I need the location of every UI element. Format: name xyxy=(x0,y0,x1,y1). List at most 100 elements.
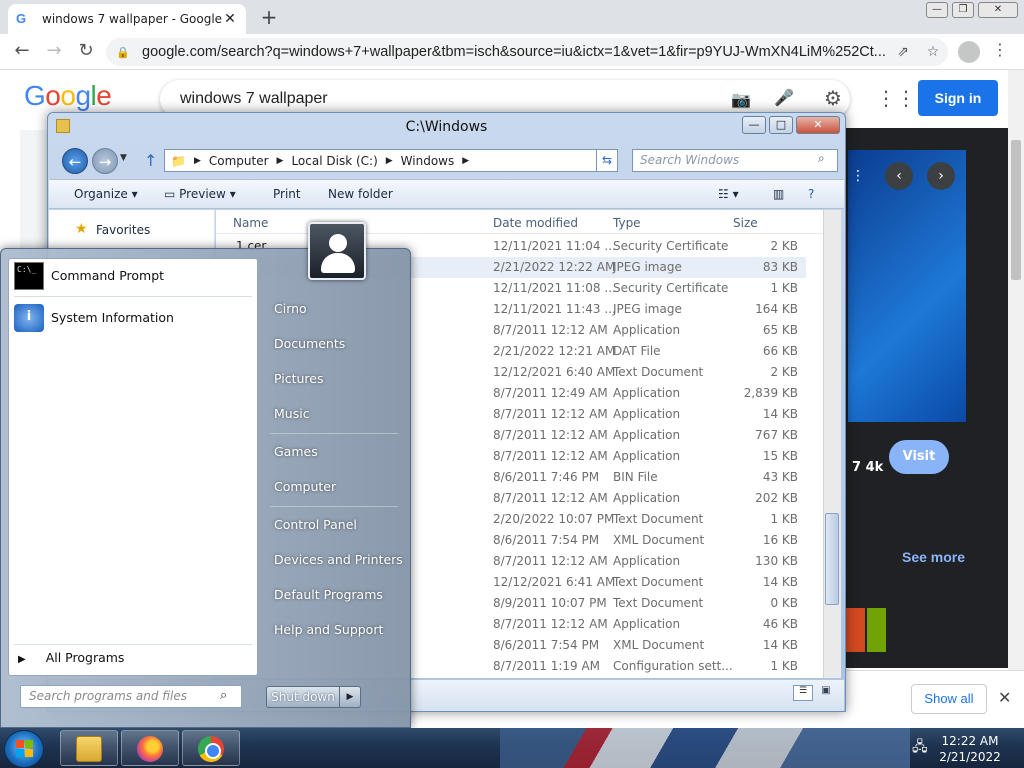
chevron-right-icon[interactable]: ▶ xyxy=(277,156,284,166)
back-arrow-icon[interactable]: ← xyxy=(62,148,88,174)
avatar-head xyxy=(329,234,347,252)
program-system-information[interactable]: i System Information xyxy=(8,298,258,338)
previous-image-icon[interactable]: ‹ xyxy=(885,162,913,190)
start-item-devices-printers[interactable]: Devices and Printers xyxy=(264,546,404,574)
all-programs-button[interactable]: ▶ All Programs xyxy=(18,650,248,670)
print-button[interactable]: Print xyxy=(273,187,301,201)
sign-in-button[interactable]: Sign in xyxy=(918,80,998,116)
file-list-scrollbar-thumb[interactable] xyxy=(825,513,839,605)
start-item-control-panel[interactable]: Control Panel xyxy=(264,511,404,539)
google-logo[interactable]: Google xyxy=(24,80,112,112)
user-avatar[interactable] xyxy=(308,222,366,280)
visit-button[interactable]: Visit xyxy=(889,440,949,474)
windows-logo-icon-part xyxy=(25,740,33,748)
preview-image[interactable] xyxy=(848,150,966,422)
preview-pane-icon[interactable]: ▥ xyxy=(773,187,784,201)
start-button[interactable] xyxy=(4,730,44,768)
column-name[interactable]: Name xyxy=(233,216,268,230)
start-item-music[interactable]: Music xyxy=(264,400,404,428)
address-bar[interactable]: 🔒 google.com/search?q=windows+7+wallpape… xyxy=(106,38,948,66)
camera-search-icon[interactable]: 📷 xyxy=(731,90,751,109)
taskbar-firefox-button[interactable] xyxy=(121,730,179,766)
preview-button[interactable]: ▭ Preview ▾ xyxy=(164,187,236,201)
start-item-pictures[interactable]: Pictures xyxy=(264,365,404,393)
large-icons-view-icon[interactable]: ▣ xyxy=(817,685,835,701)
start-item-documents[interactable]: Documents xyxy=(264,330,404,358)
shutdown-button[interactable]: Shut down xyxy=(266,686,340,708)
show-all-button[interactable]: Show all xyxy=(911,684,987,714)
column-type[interactable]: Type xyxy=(613,216,641,230)
explorer-minimize-button[interactable]: — xyxy=(742,116,766,134)
start-item-default-programs[interactable]: Default Programs xyxy=(264,581,404,609)
network-icon[interactable]: 🖧 xyxy=(912,736,928,760)
up-arrow-icon[interactable]: ↑ xyxy=(144,151,157,170)
close-tab-icon[interactable]: ✕ xyxy=(222,11,238,27)
clock[interactable]: 12:22 AM 2/21/2022 xyxy=(930,733,1010,765)
program-command-prompt[interactable]: C:\_ Command Prompt xyxy=(8,256,258,296)
close-download-bar-icon[interactable]: ✕ xyxy=(998,688,1011,707)
explorer-close-button[interactable]: ✕ xyxy=(796,116,840,134)
recent-locations-icon[interactable]: ▼ xyxy=(120,153,127,163)
search-icon[interactable]: ⌕ xyxy=(818,151,825,166)
start-item-computer[interactable]: Computer xyxy=(264,473,404,501)
file-date-modified: 2/20/2022 10:07 PM xyxy=(493,512,615,526)
shutdown-options-icon[interactable]: ▶ xyxy=(339,686,361,708)
new-tab-button[interactable]: + xyxy=(256,7,282,29)
help-icon[interactable]: ? xyxy=(808,187,814,201)
file-type: Application xyxy=(613,491,681,505)
column-date-modified[interactable]: Date modified xyxy=(493,216,578,230)
breadcrumb-computer[interactable]: Computer xyxy=(209,154,269,168)
minimize-button[interactable]: — xyxy=(926,2,948,18)
chevron-right-icon[interactable]: ▶ xyxy=(194,156,201,166)
refresh-icon[interactable]: ⇆ xyxy=(596,149,618,172)
chrome-menu-icon[interactable]: ⋮ xyxy=(992,40,1008,59)
new-folder-button[interactable]: New folder xyxy=(328,187,393,201)
change-view-icon[interactable]: ☷ ▾ xyxy=(718,187,739,201)
share-icon[interactable]: ⇗ xyxy=(888,44,918,60)
start-item-user[interactable]: Cirno xyxy=(264,295,404,323)
breadcrumb-local-disk[interactable]: Local Disk (C:) xyxy=(291,154,377,168)
more-options-icon[interactable]: ⋮ xyxy=(844,162,872,190)
restore-button[interactable]: ❐ xyxy=(952,2,974,18)
breadcrumb-windows[interactable]: Windows xyxy=(401,154,455,168)
file-size: 43 KB xyxy=(762,470,798,484)
chevron-right-icon[interactable]: ▶ xyxy=(462,156,469,166)
start-search-input[interactable]: Search programs and files xyxy=(20,685,242,708)
next-image-icon[interactable]: › xyxy=(927,162,955,190)
taskbar-explorer-button[interactable] xyxy=(60,730,118,766)
page-scrollbar-thumb[interactable] xyxy=(1011,140,1021,280)
nav-favorites[interactable]: Favorites xyxy=(96,223,150,237)
file-type: BIN File xyxy=(613,470,658,484)
explorer-search-input[interactable]: Search Windows xyxy=(632,149,838,172)
see-more-link[interactable]: See more xyxy=(902,549,965,565)
start-item-help-support[interactable]: Help and Support xyxy=(264,616,404,644)
details-view-icon[interactable]: ☰ xyxy=(793,685,813,701)
file-type: Text Document xyxy=(613,575,704,589)
taskbar-chrome-button[interactable] xyxy=(182,730,240,766)
start-item-games[interactable]: Games xyxy=(264,438,404,466)
profile-avatar-icon[interactable] xyxy=(958,41,980,63)
close-window-button[interactable]: ✕ xyxy=(978,2,1018,18)
organize-button[interactable]: Organize ▾ xyxy=(74,187,138,201)
microphone-icon[interactable]: 🎤 xyxy=(774,88,794,107)
apps-grid-icon[interactable]: ⋮⋮ xyxy=(876,86,916,110)
explorer-maximize-button[interactable]: □ xyxy=(769,116,793,134)
forward-arrow-icon[interactable]: → xyxy=(42,41,66,63)
bookmark-star-icon[interactable]: ☆ xyxy=(918,44,948,60)
back-arrow-icon[interactable]: ← xyxy=(10,41,34,63)
file-list-scrollbar[interactable] xyxy=(823,210,841,678)
explorer-address-bar[interactable]: 📁 ▶ Computer ▶ Local Disk (C:) ▶ Windows… xyxy=(164,149,598,172)
file-date-modified: 2/21/2022 12:22 AM xyxy=(493,260,616,274)
program-label: System Information xyxy=(51,310,174,325)
related-image-thumbnail[interactable] xyxy=(846,608,886,652)
forward-arrow-icon[interactable]: → xyxy=(92,148,118,174)
clock-time: 12:22 AM xyxy=(941,734,999,748)
search-icon[interactable]: ⌕ xyxy=(220,688,227,703)
gear-icon[interactable]: ⚙ xyxy=(824,86,842,110)
file-size: 1 KB xyxy=(770,281,798,295)
chevron-right-icon[interactable]: ▶ xyxy=(386,156,393,166)
browser-tab[interactable]: G windows 7 wallpaper - Google Se ✕ xyxy=(8,4,246,34)
reload-icon[interactable]: ↻ xyxy=(74,41,98,63)
column-size[interactable]: Size xyxy=(733,216,758,230)
browser-tab-title: windows 7 wallpaper - Google Se xyxy=(42,12,222,26)
